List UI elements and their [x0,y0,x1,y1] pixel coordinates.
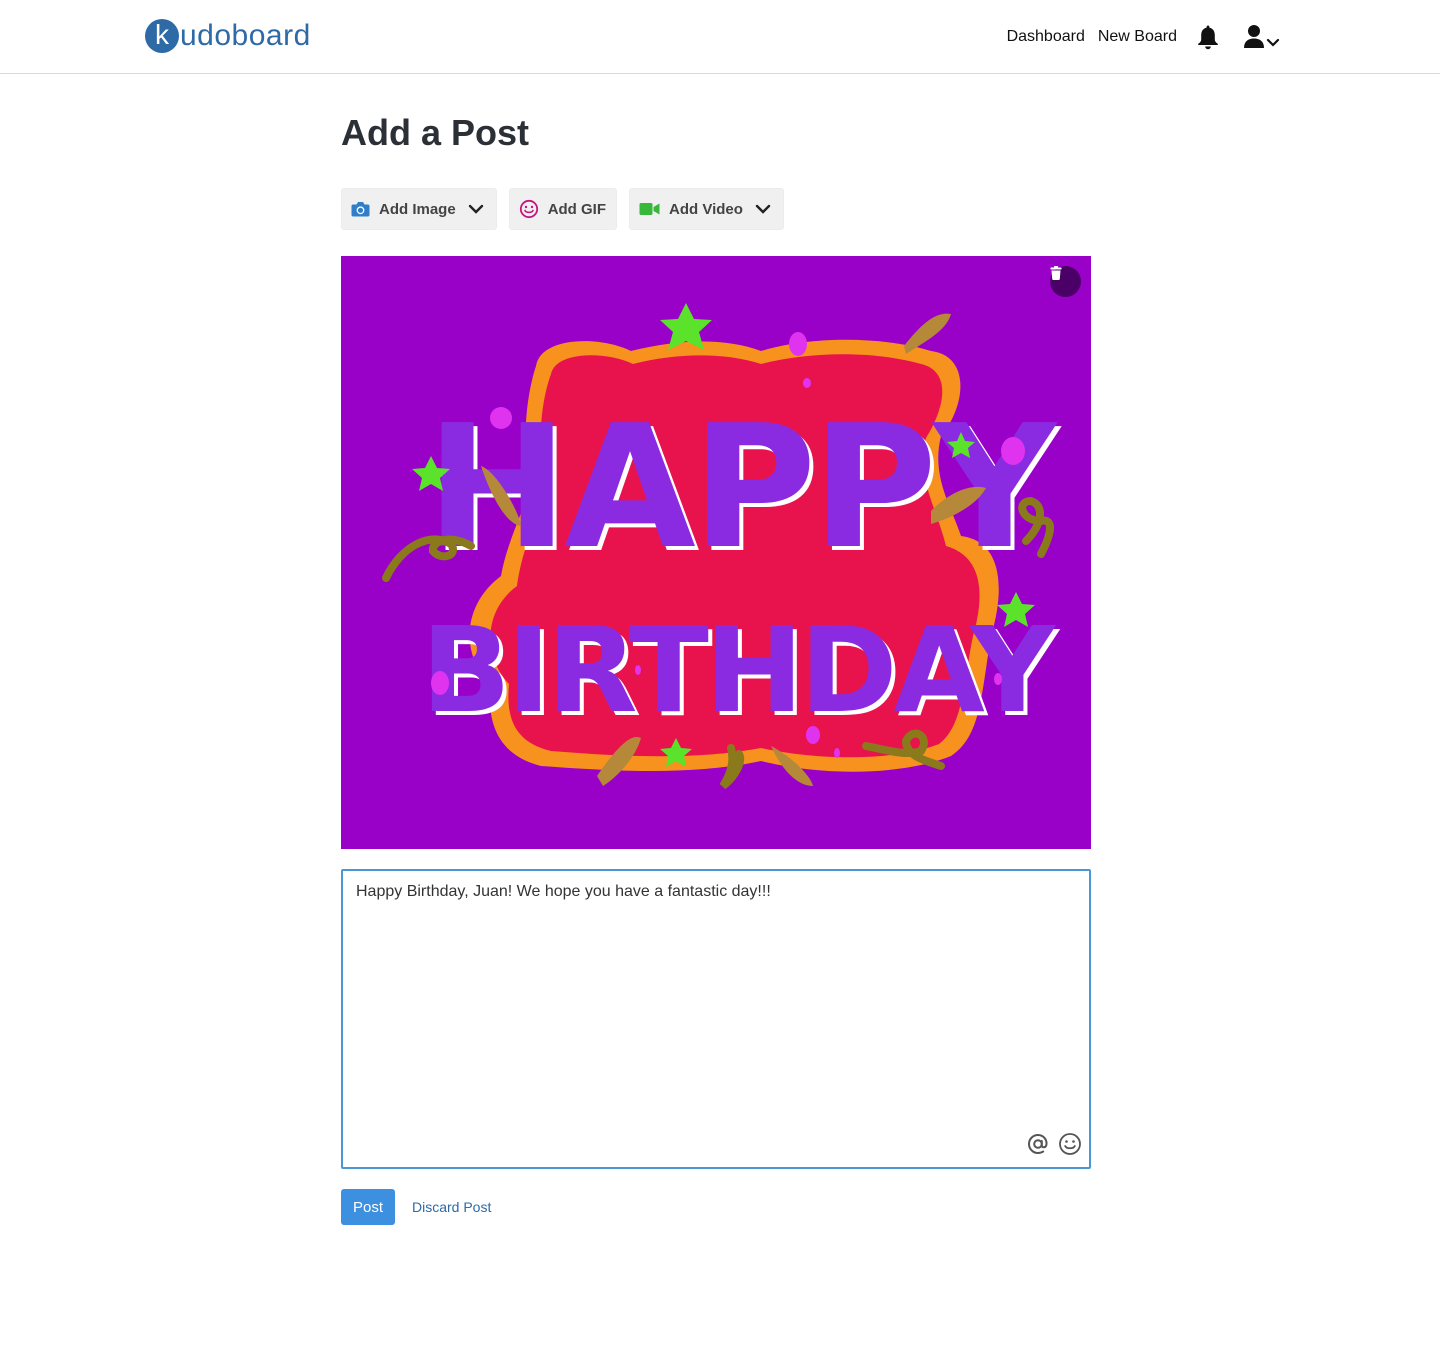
chevron-down-icon [755,204,771,214]
message-textarea[interactable]: Happy Birthday, Juan! We hope you have a… [341,869,1091,1169]
message-tools [1019,1131,1083,1157]
page-title: Add a Post [341,112,530,153]
bell-icon[interactable] [1195,23,1221,51]
account-menu-button[interactable] [1243,24,1280,50]
camera-icon [351,202,370,217]
smiley-icon[interactable] [1057,1131,1083,1157]
gif-text-happy-fill: HAPPY [426,389,1058,587]
happy-birthday-gif-illustration: HAPPY HAPPY BIRTHDAY BIRTHDAY [382,303,1066,790]
add-video-button[interactable]: Add Video [629,188,784,230]
smiley-icon [519,199,538,219]
video-camera-icon [639,203,660,215]
add-image-button[interactable]: Add Image [341,188,497,230]
post-actions: Post Discard Post [341,1189,491,1225]
add-video-label: Add Video [669,200,743,218]
attached-gif-preview: HAPPY HAPPY BIRTHDAY BIRTHDAY [341,256,1091,849]
main-nav: Dashboard New Board [994,18,1280,56]
post-button[interactable]: Post [341,1189,395,1225]
logo-letter: k [155,19,169,50]
add-gif-label: Add GIF [547,200,607,218]
logo-mark: k [145,19,179,53]
nav-dashboard-link[interactable]: Dashboard [1007,28,1085,46]
delete-media-button[interactable] [1050,266,1081,297]
trash-icon [1050,266,1062,280]
gif-text-birthday-fill: BIRTHDAY [421,601,1057,739]
kudoboard-logo[interactable]: k udoboard [145,17,311,55]
at-sign-icon[interactable] [1025,1131,1051,1157]
chevron-down-icon [468,204,484,214]
add-image-label: Add Image [379,200,456,218]
logo-wordmark: udoboard [180,19,311,52]
top-navigation-bar: k udoboard Dashboard New Board [0,0,1440,74]
chevron-down-icon [1266,38,1280,47]
add-gif-button[interactable]: Add GIF [508,188,618,230]
user-icon [1244,25,1264,48]
message-text[interactable]: Happy Birthday, Juan! We hope you have a… [356,883,771,901]
post-media-toolbar: Add Image Add GIF Add Video [341,188,796,230]
discard-post-link[interactable]: Discard Post [412,1199,491,1215]
nav-new-board-link[interactable]: New Board [1098,28,1177,46]
